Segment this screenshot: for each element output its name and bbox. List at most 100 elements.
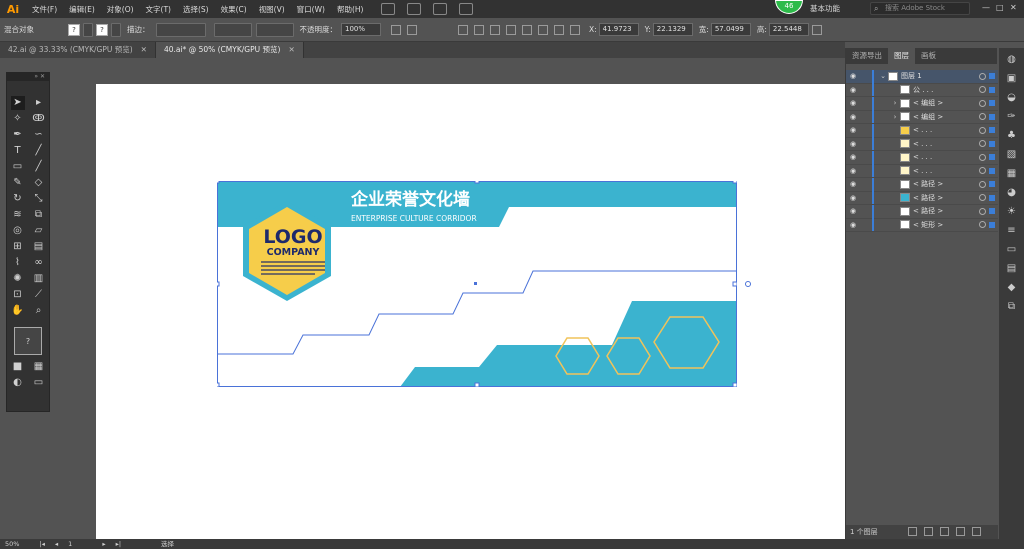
gradient-mode-icon[interactable]: ▦	[32, 360, 46, 374]
target-icon[interactable]	[979, 194, 986, 202]
layer-row[interactable]: ◉ < . . .	[846, 123, 998, 138]
layer-row[interactable]: ◉ < 路径 >	[846, 191, 998, 205]
layer-name[interactable]: < 编组 >	[913, 112, 943, 122]
stock-search-input[interactable]: ⌕ 搜索 Adobe Stock	[870, 2, 970, 15]
target-icon[interactable]	[979, 113, 986, 121]
close-icon[interactable]: ✕	[288, 45, 294, 54]
target-icon[interactable]	[979, 99, 986, 107]
swatches-icon[interactable]: ▦	[1004, 167, 1020, 181]
layer-row[interactable]: ◉ 公 . . .	[846, 83, 998, 97]
tab-layers[interactable]: 图层	[888, 48, 915, 64]
layer-name[interactable]: < 编组 >	[913, 98, 943, 108]
last-artboard-icon[interactable]: ▸|	[111, 539, 126, 549]
fill-dropdown[interactable]	[83, 22, 93, 37]
target-icon[interactable]	[979, 72, 986, 80]
target-icon[interactable]	[979, 221, 986, 229]
selection-indicator[interactable]	[989, 86, 995, 93]
hand-tool-icon[interactable]: ✋	[11, 304, 25, 318]
align-left-icon[interactable]	[458, 24, 468, 35]
stroke-weight-field[interactable]	[155, 22, 206, 37]
locate-object-icon[interactable]	[908, 527, 917, 536]
selection-indicator[interactable]	[989, 194, 995, 201]
layer-name[interactable]: < 路径 >	[913, 179, 943, 189]
tab-artboards[interactable]: 画板	[915, 48, 942, 64]
opacity-field[interactable]: 100%	[341, 23, 381, 36]
tab-document-40[interactable]: 40.ai* @ 50% (CMYK/GPU 预览) ✕	[155, 42, 304, 58]
align-top-icon[interactable]	[506, 24, 516, 35]
new-layer-icon[interactable]	[956, 527, 965, 536]
expand-caret-icon[interactable]: ›	[890, 113, 900, 121]
workspace-switcher[interactable]: 基本功能	[810, 3, 840, 14]
layer-name[interactable]: < 路径 >	[913, 193, 943, 203]
brush-definition[interactable]	[255, 22, 294, 37]
layer-name[interactable]: < 路径 >	[913, 206, 943, 216]
menu-view[interactable]: 视图(V)	[253, 4, 291, 15]
visibility-eye-icon[interactable]: ◉	[846, 194, 860, 202]
visibility-eye-icon[interactable]: ◉	[846, 126, 860, 134]
draw-mode-icon[interactable]: ◐	[11, 376, 25, 390]
selection-indicator[interactable]	[989, 127, 995, 134]
target-icon[interactable]	[979, 207, 986, 215]
layer-row[interactable]: ◉ < 矩形 >	[846, 218, 998, 232]
height-field[interactable]: 22.5448	[768, 23, 809, 36]
shape-builder-icon[interactable]: ◎	[11, 224, 25, 238]
menu-effect[interactable]: 效果(C)	[215, 4, 253, 15]
y-field[interactable]: 22.1329	[652, 23, 693, 36]
delete-icon[interactable]	[972, 527, 981, 536]
menu-file[interactable]: 文件(F)	[26, 4, 63, 15]
selection-indicator[interactable]	[989, 100, 995, 107]
tab-asset-export[interactable]: 资源导出	[846, 48, 888, 64]
stroke-label[interactable]: 描边：	[127, 24, 150, 35]
distribute-h-icon[interactable]	[570, 24, 580, 35]
target-icon[interactable]	[979, 167, 986, 175]
selection-indicator[interactable]	[989, 140, 995, 147]
first-artboard-icon[interactable]: |◂	[34, 539, 49, 549]
artboard-tool-icon[interactable]: ⊡	[11, 288, 25, 302]
visibility-eye-icon[interactable]: ◉	[846, 140, 860, 148]
target-icon[interactable]	[979, 126, 986, 134]
selection-indicator[interactable]	[989, 73, 995, 80]
warp-tool-icon[interactable]: ≋	[11, 208, 25, 222]
target-icon[interactable]	[979, 140, 986, 148]
zoom-level[interactable]: 50%	[0, 539, 24, 549]
layer-row[interactable]: ◉ < 路径 >	[846, 204, 998, 219]
layer-row[interactable]: ◉ < . . .	[846, 164, 998, 178]
selection-indicator[interactable]	[989, 113, 995, 120]
color-mode-icon[interactable]: ■	[11, 360, 25, 374]
menu-type[interactable]: 文字(T)	[140, 4, 177, 15]
eraser-icon[interactable]: ◇	[32, 176, 46, 190]
align-bottom-icon[interactable]	[538, 24, 548, 35]
paintbrush-icon[interactable]: ╱	[32, 160, 46, 174]
minimize-icon[interactable]: —	[982, 3, 990, 12]
color-icon[interactable]: ◕	[1004, 186, 1020, 200]
brushes-icon[interactable]: ✑	[1004, 110, 1020, 124]
next-artboard-icon[interactable]: ▸	[97, 539, 110, 549]
layer-row[interactable]: ◉ < . . .	[846, 150, 998, 165]
visibility-eye-icon[interactable]: ◉	[846, 72, 860, 80]
layer-name[interactable]: < . . .	[913, 140, 932, 148]
menu-object[interactable]: 对象(O)	[101, 4, 140, 15]
stroke-swatch[interactable]: ?	[96, 23, 108, 36]
perspective-grid-icon[interactable]: ▱	[32, 224, 46, 238]
user-badge[interactable]: 46	[775, 0, 803, 14]
visibility-eye-icon[interactable]: ◉	[846, 153, 860, 161]
transform-options-icon[interactable]	[811, 24, 822, 35]
scale-tool-icon[interactable]: ⤡	[32, 192, 46, 206]
selection-indicator[interactable]	[989, 221, 995, 228]
symbol-sprayer-icon[interactable]: ✺	[11, 272, 25, 286]
symbols-icon[interactable]: ♣	[1004, 129, 1020, 143]
fill-swatch[interactable]: ?	[68, 23, 80, 36]
close-icon[interactable]: ✕	[1010, 3, 1017, 12]
type-tool-icon[interactable]: T	[11, 144, 25, 158]
menu-select[interactable]: 选择(S)	[177, 4, 215, 15]
graphic-styles-icon[interactable]: ▧	[1004, 148, 1020, 162]
visibility-eye-icon[interactable]: ◉	[846, 86, 860, 94]
canvas-area[interactable]: LOGO COMPANY 企业荣誉文化墙 ENTERPRISE CULTURE …	[52, 58, 846, 539]
target-icon[interactable]	[979, 153, 986, 161]
slice-tool-icon[interactable]: ⟋	[32, 288, 46, 302]
resize-handle-outside[interactable]	[745, 281, 751, 287]
close-icon[interactable]: ✕	[141, 45, 147, 54]
make-clipping-mask-icon[interactable]	[924, 527, 933, 536]
layer-row[interactable]: ◉ › < 编组 >	[846, 110, 998, 124]
properties-icon[interactable]: ▤	[1004, 262, 1020, 276]
